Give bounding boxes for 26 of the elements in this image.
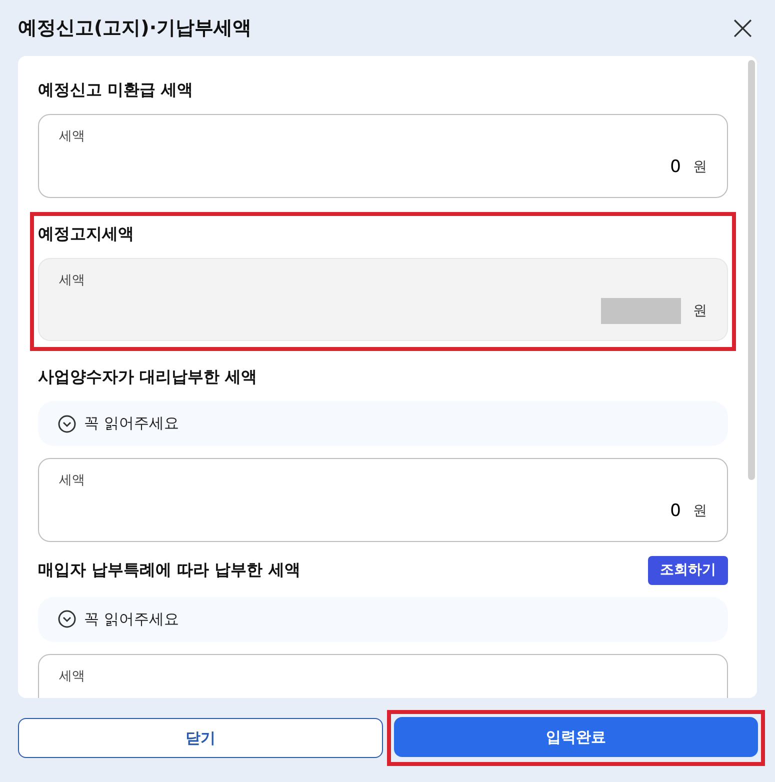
scrollbar[interactable] (748, 60, 755, 480)
section-title: 사업양수자가 대리납부한 세액 (38, 366, 258, 388)
lookup-button[interactable]: 조회하기 (648, 556, 728, 584)
close-button[interactable]: × (728, 11, 757, 45)
chevron-circle-icon (58, 610, 76, 628)
section-title: 예정신고 미환급 세액 (38, 79, 194, 101)
unit-label: 원 (693, 158, 707, 177)
close-dialog-button[interactable]: 닫기 (18, 718, 382, 758)
section-title: 예정고지세액 (38, 222, 134, 244)
field-label: 세액 (59, 668, 86, 686)
field-label: 세액 (59, 472, 86, 490)
amount-field[interactable]: 세액 (38, 654, 728, 698)
dialog-title: 예정신고(고지)·기납부세액 (18, 16, 252, 41)
field-label: 세액 (59, 128, 86, 146)
amount-field[interactable]: 세액 0 원 (38, 114, 728, 198)
chevron-circle-icon (58, 414, 76, 432)
notice-toggle[interactable]: 꼭 읽어주세요 (38, 401, 728, 446)
notice-toggle[interactable]: 꼭 읽어주세요 (38, 596, 728, 642)
field-label: 세액 (59, 272, 86, 290)
field-value: 0 (670, 156, 681, 179)
amount-field[interactable]: 세액 0 원 (38, 458, 728, 542)
submit-button[interactable]: 입력완료 (394, 717, 758, 757)
unit-label: 원 (693, 502, 707, 521)
field-value: 0 (670, 500, 681, 523)
unit-label: 원 (693, 302, 707, 320)
section-title: 매입자 납부특례에 따라 납부한 세액 (38, 559, 300, 581)
